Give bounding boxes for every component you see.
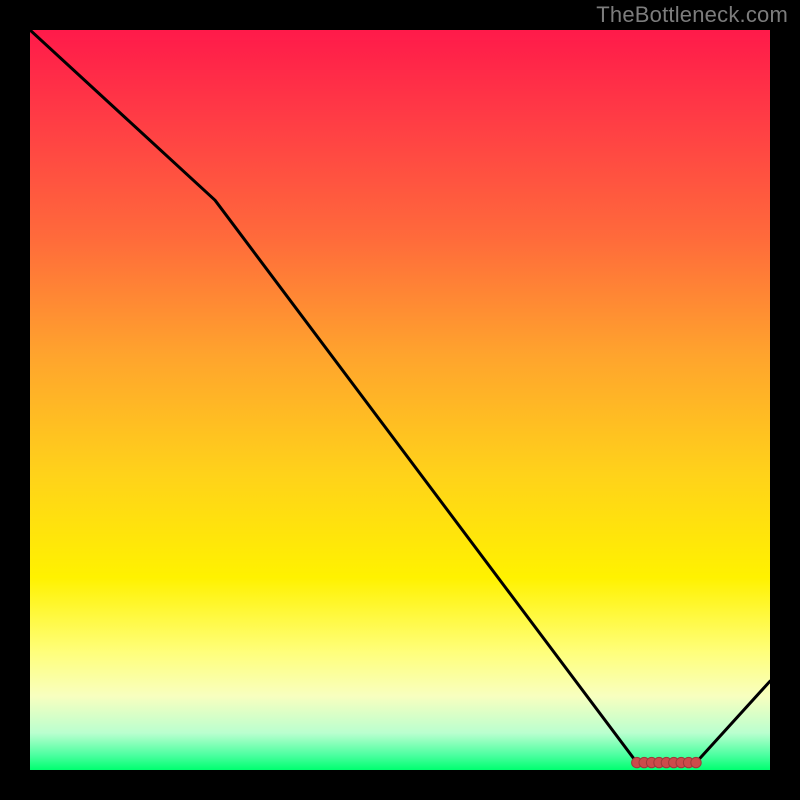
marker-dot <box>691 757 701 767</box>
bottleneck-curve <box>30 30 770 770</box>
marker-cluster <box>632 757 702 767</box>
chart-frame: TheBottleneck.com <box>0 0 800 800</box>
attribution-label: TheBottleneck.com <box>596 2 788 28</box>
plot-area <box>30 30 770 770</box>
line-series <box>30 30 770 763</box>
